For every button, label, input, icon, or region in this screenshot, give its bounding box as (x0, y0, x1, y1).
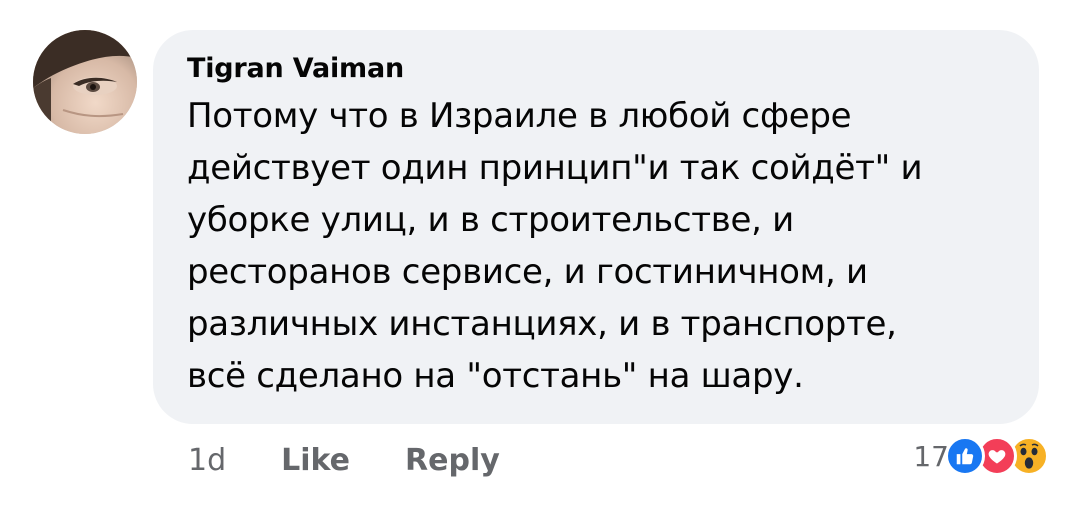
like-icon (945, 436, 985, 476)
comment-text-line: ресторанов сервисе, и гостиничном, и (187, 252, 868, 292)
comment-text-line: уборке улиц, и в строительстве, и (187, 200, 794, 240)
comment-text: Потому что в Израиле в любой сфере дейст… (187, 90, 1009, 402)
avatar-photo-icon (33, 30, 137, 134)
reaction-count: 17 (913, 439, 949, 473)
avatar[interactable] (33, 30, 137, 134)
comment-actions: 1d Like Reply (188, 440, 500, 480)
comment-text-line: различных инстанциях, и в транспорте, (187, 304, 897, 344)
comment-text-line: всё сделано на "отстань" на шару. (187, 356, 804, 396)
comment-bubble: Tigran Vaiman Потому что в Израиле в люб… (153, 30, 1039, 424)
comment-text-line: действует один принцип"и так сойдёт" и (187, 148, 923, 188)
reply-button[interactable]: Reply (405, 443, 500, 478)
comment-author[interactable]: Tigran Vaiman (187, 52, 1009, 86)
comment-timestamp[interactable]: 1d (188, 443, 226, 478)
like-button[interactable]: Like (281, 443, 350, 478)
comment-text-line: Потому что в Израиле в любой сфере (187, 96, 852, 136)
comment-container: Tigran Vaiman Потому что в Израиле в люб… (0, 0, 1079, 518)
reactions-summary[interactable]: 17 (913, 436, 1049, 476)
